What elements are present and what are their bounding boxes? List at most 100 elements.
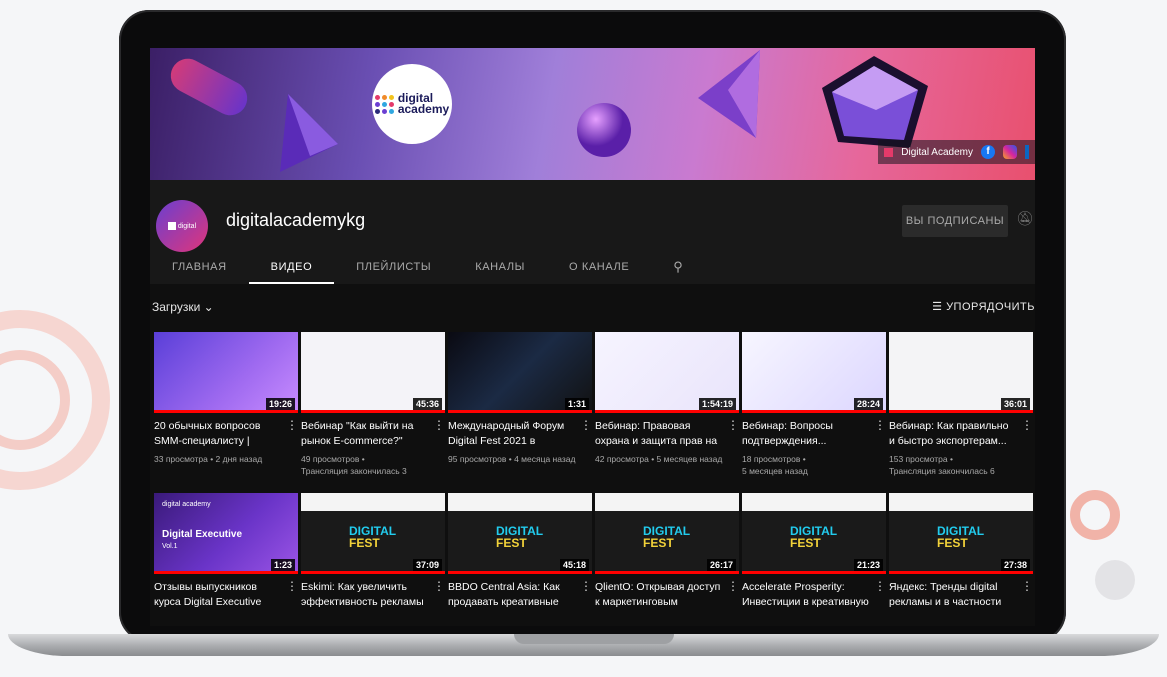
video-views: 42 просмотра • 5 месяцев назад bbox=[595, 454, 723, 464]
more-options-icon[interactable]: ⋮ bbox=[1021, 418, 1033, 432]
sort-icon: ☰ bbox=[932, 301, 943, 313]
search-icon[interactable]: ⚲ bbox=[651, 258, 705, 284]
banner-link-academy[interactable]: Digital Academy bbox=[901, 147, 973, 158]
more-options-icon[interactable]: ⋮ bbox=[580, 579, 592, 593]
thumb-title: Digital Executive bbox=[162, 529, 243, 540]
video-title[interactable]: Международный Форум Digital Fest 2021 в … bbox=[448, 419, 576, 449]
video-views: 95 просмотров • 4 месяца назад bbox=[448, 454, 576, 464]
tab-about[interactable]: О КАНАЛЕ bbox=[547, 258, 651, 284]
video-title[interactable]: Вебинар: Вопросы подтверждения... bbox=[742, 419, 870, 449]
video-thumbnail[interactable]: 1:54:19 bbox=[595, 332, 739, 413]
video-title[interactable]: Вебинар "Как выйти на рынок E-commerce?" bbox=[301, 419, 429, 449]
thumb-brand: digital academy bbox=[162, 501, 211, 508]
video-duration: 1:23 bbox=[270, 559, 295, 571]
video-title[interactable]: Отзывы выпускников курса Digital Executi… bbox=[154, 580, 282, 610]
banner-cylinder bbox=[164, 52, 254, 122]
uploads-label: Загрузки bbox=[152, 300, 201, 314]
video-duration: 1:31 bbox=[564, 398, 589, 410]
channel-banner: digital academy Digital Academy f bbox=[150, 48, 1035, 180]
channel-name[interactable]: digitalacademykg bbox=[226, 210, 365, 231]
video-meta: 42 просмотра • 5 месяцев назад bbox=[595, 453, 735, 465]
video-thumbnail[interactable]: 19:26 bbox=[154, 332, 298, 413]
more-options-icon[interactable]: ⋮ bbox=[727, 418, 739, 432]
video-thumbnail[interactable]: DIGITAL FEST 37:09 bbox=[301, 493, 445, 574]
watch-progress-bar bbox=[742, 571, 886, 574]
more-options-icon[interactable]: ⋮ bbox=[286, 418, 298, 432]
watch-progress-bar bbox=[154, 410, 298, 413]
video-title[interactable]: Яндекс: Тренды digital рекламы и в частн… bbox=[889, 580, 1017, 610]
video-views: 153 просмотра • bbox=[889, 454, 953, 464]
video-thumbnail[interactable]: 1:31 bbox=[448, 332, 592, 413]
video-duration: 19:26 bbox=[265, 398, 295, 410]
video-meta: 33 просмотра • 2 дня назад bbox=[154, 453, 294, 465]
watch-progress-bar bbox=[448, 571, 592, 574]
facebook-icon[interactable]: f bbox=[981, 145, 995, 159]
video-title[interactable]: Вебинар: Как правильно и быстро экспорте… bbox=[889, 419, 1017, 449]
more-options-icon[interactable]: ⋮ bbox=[1021, 579, 1033, 593]
chevron-down-icon: ⌄ bbox=[203, 300, 214, 314]
video-thumbnail[interactable]: 28:24 bbox=[742, 332, 886, 413]
video-meta: 153 просмотра • Трансляция закончилась 6 bbox=[889, 453, 1029, 477]
video-meta: 95 просмотров • 4 месяца назад bbox=[448, 453, 588, 465]
video-meta-extra: 5 месяцев назад bbox=[742, 466, 808, 476]
video-duration: 28:24 bbox=[853, 398, 883, 410]
video-thumbnail[interactable]: 45:36 bbox=[301, 332, 445, 413]
logo-line2: academy bbox=[397, 102, 450, 116]
decor-ring bbox=[1070, 490, 1120, 540]
more-options-icon[interactable]: ⋮ bbox=[433, 418, 445, 432]
video-title[interactable]: Eskimi: Как увеличить эффективность рекл… bbox=[301, 580, 429, 610]
avatar-dots-icon bbox=[167, 222, 176, 230]
more-options-icon[interactable]: ⋮ bbox=[874, 579, 886, 593]
video-title[interactable]: 20 обычных вопросов SMM-специалисту | Мэ… bbox=[154, 419, 282, 449]
subscribe-button[interactable]: ВЫ ПОДПИСАНЫ bbox=[902, 205, 1008, 237]
tab-playlists[interactable]: ПЛЕЙЛИСТЫ bbox=[334, 258, 453, 284]
more-options-icon[interactable]: ⋮ bbox=[874, 418, 886, 432]
watch-progress-bar bbox=[448, 410, 592, 413]
video-duration: 37:09 bbox=[412, 559, 442, 571]
sort-label: УПОРЯДОЧИТЬ bbox=[946, 301, 1035, 313]
video-views: 33 просмотра • 2 дня назад bbox=[154, 454, 263, 464]
video-title[interactable]: Accelerate Prosperity: Инвестиции в креа… bbox=[742, 580, 870, 610]
video-duration: 36:01 bbox=[1000, 398, 1030, 410]
avatar-text: digital bbox=[177, 222, 197, 230]
video-thumbnail[interactable]: DIGITAL FEST 27:38 bbox=[889, 493, 1033, 574]
video-thumbnail[interactable]: 36:01 bbox=[889, 332, 1033, 413]
linkedin-icon[interactable] bbox=[1025, 145, 1029, 159]
video-meta: 49 просмотров • Трансляция закончилась 3 bbox=[301, 453, 441, 477]
banner-sphere bbox=[577, 103, 631, 157]
academy-link-icon bbox=[884, 147, 894, 157]
instagram-icon[interactable] bbox=[1003, 145, 1017, 159]
video-thumbnail[interactable]: DIGITAL FEST 45:18 bbox=[448, 493, 592, 574]
video-views: 49 просмотров • bbox=[301, 454, 365, 464]
logo-dots-icon bbox=[374, 94, 394, 114]
watch-progress-bar bbox=[301, 571, 445, 574]
video-duration: 21:23 bbox=[853, 559, 883, 571]
video-thumbnail[interactable]: DIGITAL FEST 21:23 bbox=[742, 493, 886, 574]
video-duration: 45:18 bbox=[559, 559, 589, 571]
tab-home[interactable]: ГЛАВНАЯ bbox=[150, 258, 249, 284]
videos-section: Загрузки ⌄ ☰ УПОРЯДОЧИТЬ 19:26 20 обычных… bbox=[150, 284, 1035, 626]
tab-channels[interactable]: КАНАЛЫ bbox=[453, 258, 547, 284]
video-title[interactable]: QlientO: Открывая доступ к маркетинговым bbox=[595, 580, 723, 610]
more-options-icon[interactable]: ⋮ bbox=[580, 418, 592, 432]
more-options-icon[interactable]: ⋮ bbox=[727, 579, 739, 593]
uploads-dropdown[interactable]: Загрузки ⌄ bbox=[152, 300, 214, 314]
video-title[interactable]: Вебинар: Правовая охрана и защита прав н… bbox=[595, 419, 723, 449]
watch-progress-bar bbox=[595, 410, 739, 413]
watch-progress-bar bbox=[889, 571, 1033, 574]
more-options-icon[interactable]: ⋮ bbox=[433, 579, 445, 593]
channel-header: digital digitalacademykg ВЫ ПОДПИСАНЫ 🔕︎… bbox=[150, 180, 1035, 284]
channel-tabs: ГЛАВНАЯ ВИДЕО ПЛЕЙЛИСТЫ КАНАЛЫ О КАНАЛЕ … bbox=[150, 258, 705, 284]
youtube-screen: digital academy Digital Academy f digital… bbox=[150, 48, 1035, 626]
more-options-icon[interactable]: ⋮ bbox=[286, 579, 298, 593]
watch-progress-bar bbox=[742, 410, 886, 413]
video-thumbnail[interactable]: DIGITAL FEST 26:17 bbox=[595, 493, 739, 574]
decor-dot bbox=[1095, 560, 1135, 600]
tab-videos[interactable]: ВИДЕО bbox=[248, 258, 335, 284]
video-thumbnail[interactable]: digital academy Digital Executive Vol.1 1:2… bbox=[154, 493, 298, 574]
video-title[interactable]: BBDO Central Asia: Как продавать креатив… bbox=[448, 580, 576, 610]
bell-icon[interactable]: 🔕︎ bbox=[1016, 210, 1034, 227]
sort-button[interactable]: ☰ УПОРЯДОЧИТЬ bbox=[932, 300, 1035, 313]
channel-avatar[interactable]: digital bbox=[156, 200, 208, 252]
video-meta-extra: Трансляция закончилась 6 bbox=[889, 466, 995, 476]
